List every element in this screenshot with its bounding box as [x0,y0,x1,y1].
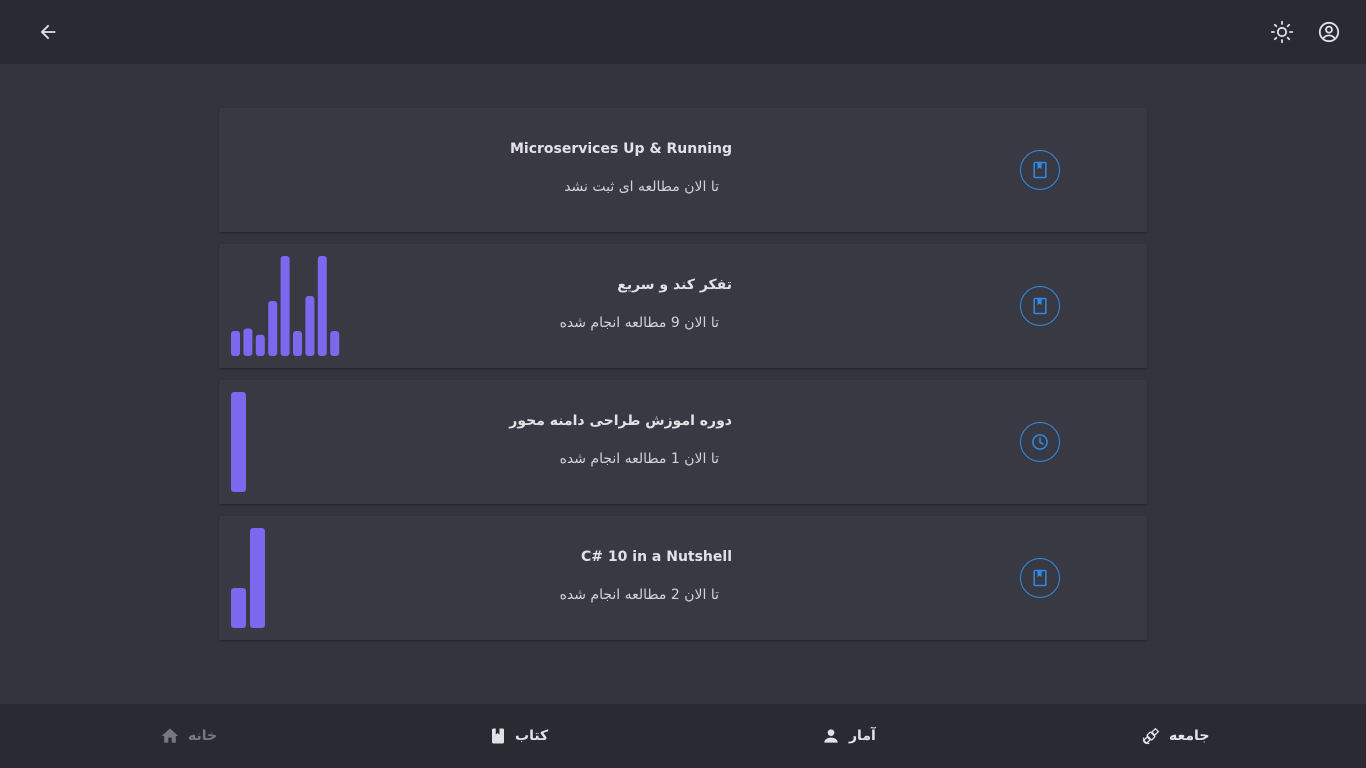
reading-bar [293,331,302,356]
reading-bar [317,256,327,356]
account-circle-icon [1318,21,1340,43]
reading-bars [231,528,265,628]
book-card[interactable]: C# 10 in a Nutshell تا الان 2 مطالعه انج… [219,516,1147,640]
book-status-badge [1020,286,1060,326]
book-title: Microservices Up & Running [509,141,732,157]
back-button[interactable] [28,12,68,52]
book-bookmark-icon [1033,569,1047,587]
reading-count: تا الان 2 مطالعه انجام شده [559,587,719,603]
reading-bar [231,331,240,356]
book-title: تفکر کند و سریع [617,277,732,293]
arrow-left-icon [40,24,56,40]
person-icon [824,729,838,743]
home-icon [161,728,179,743]
book-status-badge [1020,150,1060,190]
bottom-navigation: جامعه آمار کتاب خانه [0,704,1366,768]
reading-bar [268,301,278,356]
reading-count: تا الان 1 مطالعه انجام شده [559,451,719,467]
nav-community-label: جامعه [1169,728,1210,744]
reading-chart [231,256,351,356]
book-title: C# 10 in a Nutshell [581,549,732,565]
nav-stats[interactable]: آمار [821,704,876,768]
reading-bar [243,328,253,356]
nav-home[interactable]: خانه [160,704,217,768]
book-bookmark-icon [1033,161,1047,179]
top-app-bar [0,0,1366,64]
reading-bar [250,528,265,628]
reading-bars [231,256,340,356]
nav-stats-label: آمار [849,728,876,744]
book-status-badge [1020,558,1060,598]
reading-count: تا الان مطالعه ای ثبت نشد [564,179,719,195]
satellite-icon [1142,727,1160,745]
book-card[interactable]: دوره اموزش طراحی دامنه محور تا الان 1 مط… [219,380,1147,504]
reading-bar [280,256,290,356]
nav-community[interactable]: جامعه [1141,704,1209,768]
reading-chart [231,528,351,628]
theme-toggle-button[interactable] [1262,12,1302,52]
nav-home-label: خانه [188,728,218,744]
book-status-badge [1020,422,1060,462]
book-bookmark-icon [1033,297,1047,315]
reading-count: تا الان 9 مطالعه انجام شده [559,315,719,331]
reading-bars [231,392,246,492]
reading-chart [231,120,351,220]
clock-icon [1032,434,1048,450]
reading-bar [305,296,315,356]
book-card[interactable]: تفکر کند و سریع تا الان 9 مطالعه انجام ش… [219,244,1147,368]
account-button[interactable] [1309,12,1349,52]
reading-bar [231,392,246,492]
nav-book-label: کتاب [515,728,549,744]
nav-book[interactable]: کتاب [489,704,548,768]
reading-bar [231,588,246,628]
book-icon [492,728,504,744]
sun-icon [1270,20,1294,44]
book-card[interactable]: Microservices Up & Running تا الان مطالع… [219,108,1147,232]
book-title: دوره اموزش طراحی دامنه محور [509,413,732,429]
reading-bar [330,331,340,356]
reading-chart [231,392,351,492]
reading-bar [255,334,265,356]
